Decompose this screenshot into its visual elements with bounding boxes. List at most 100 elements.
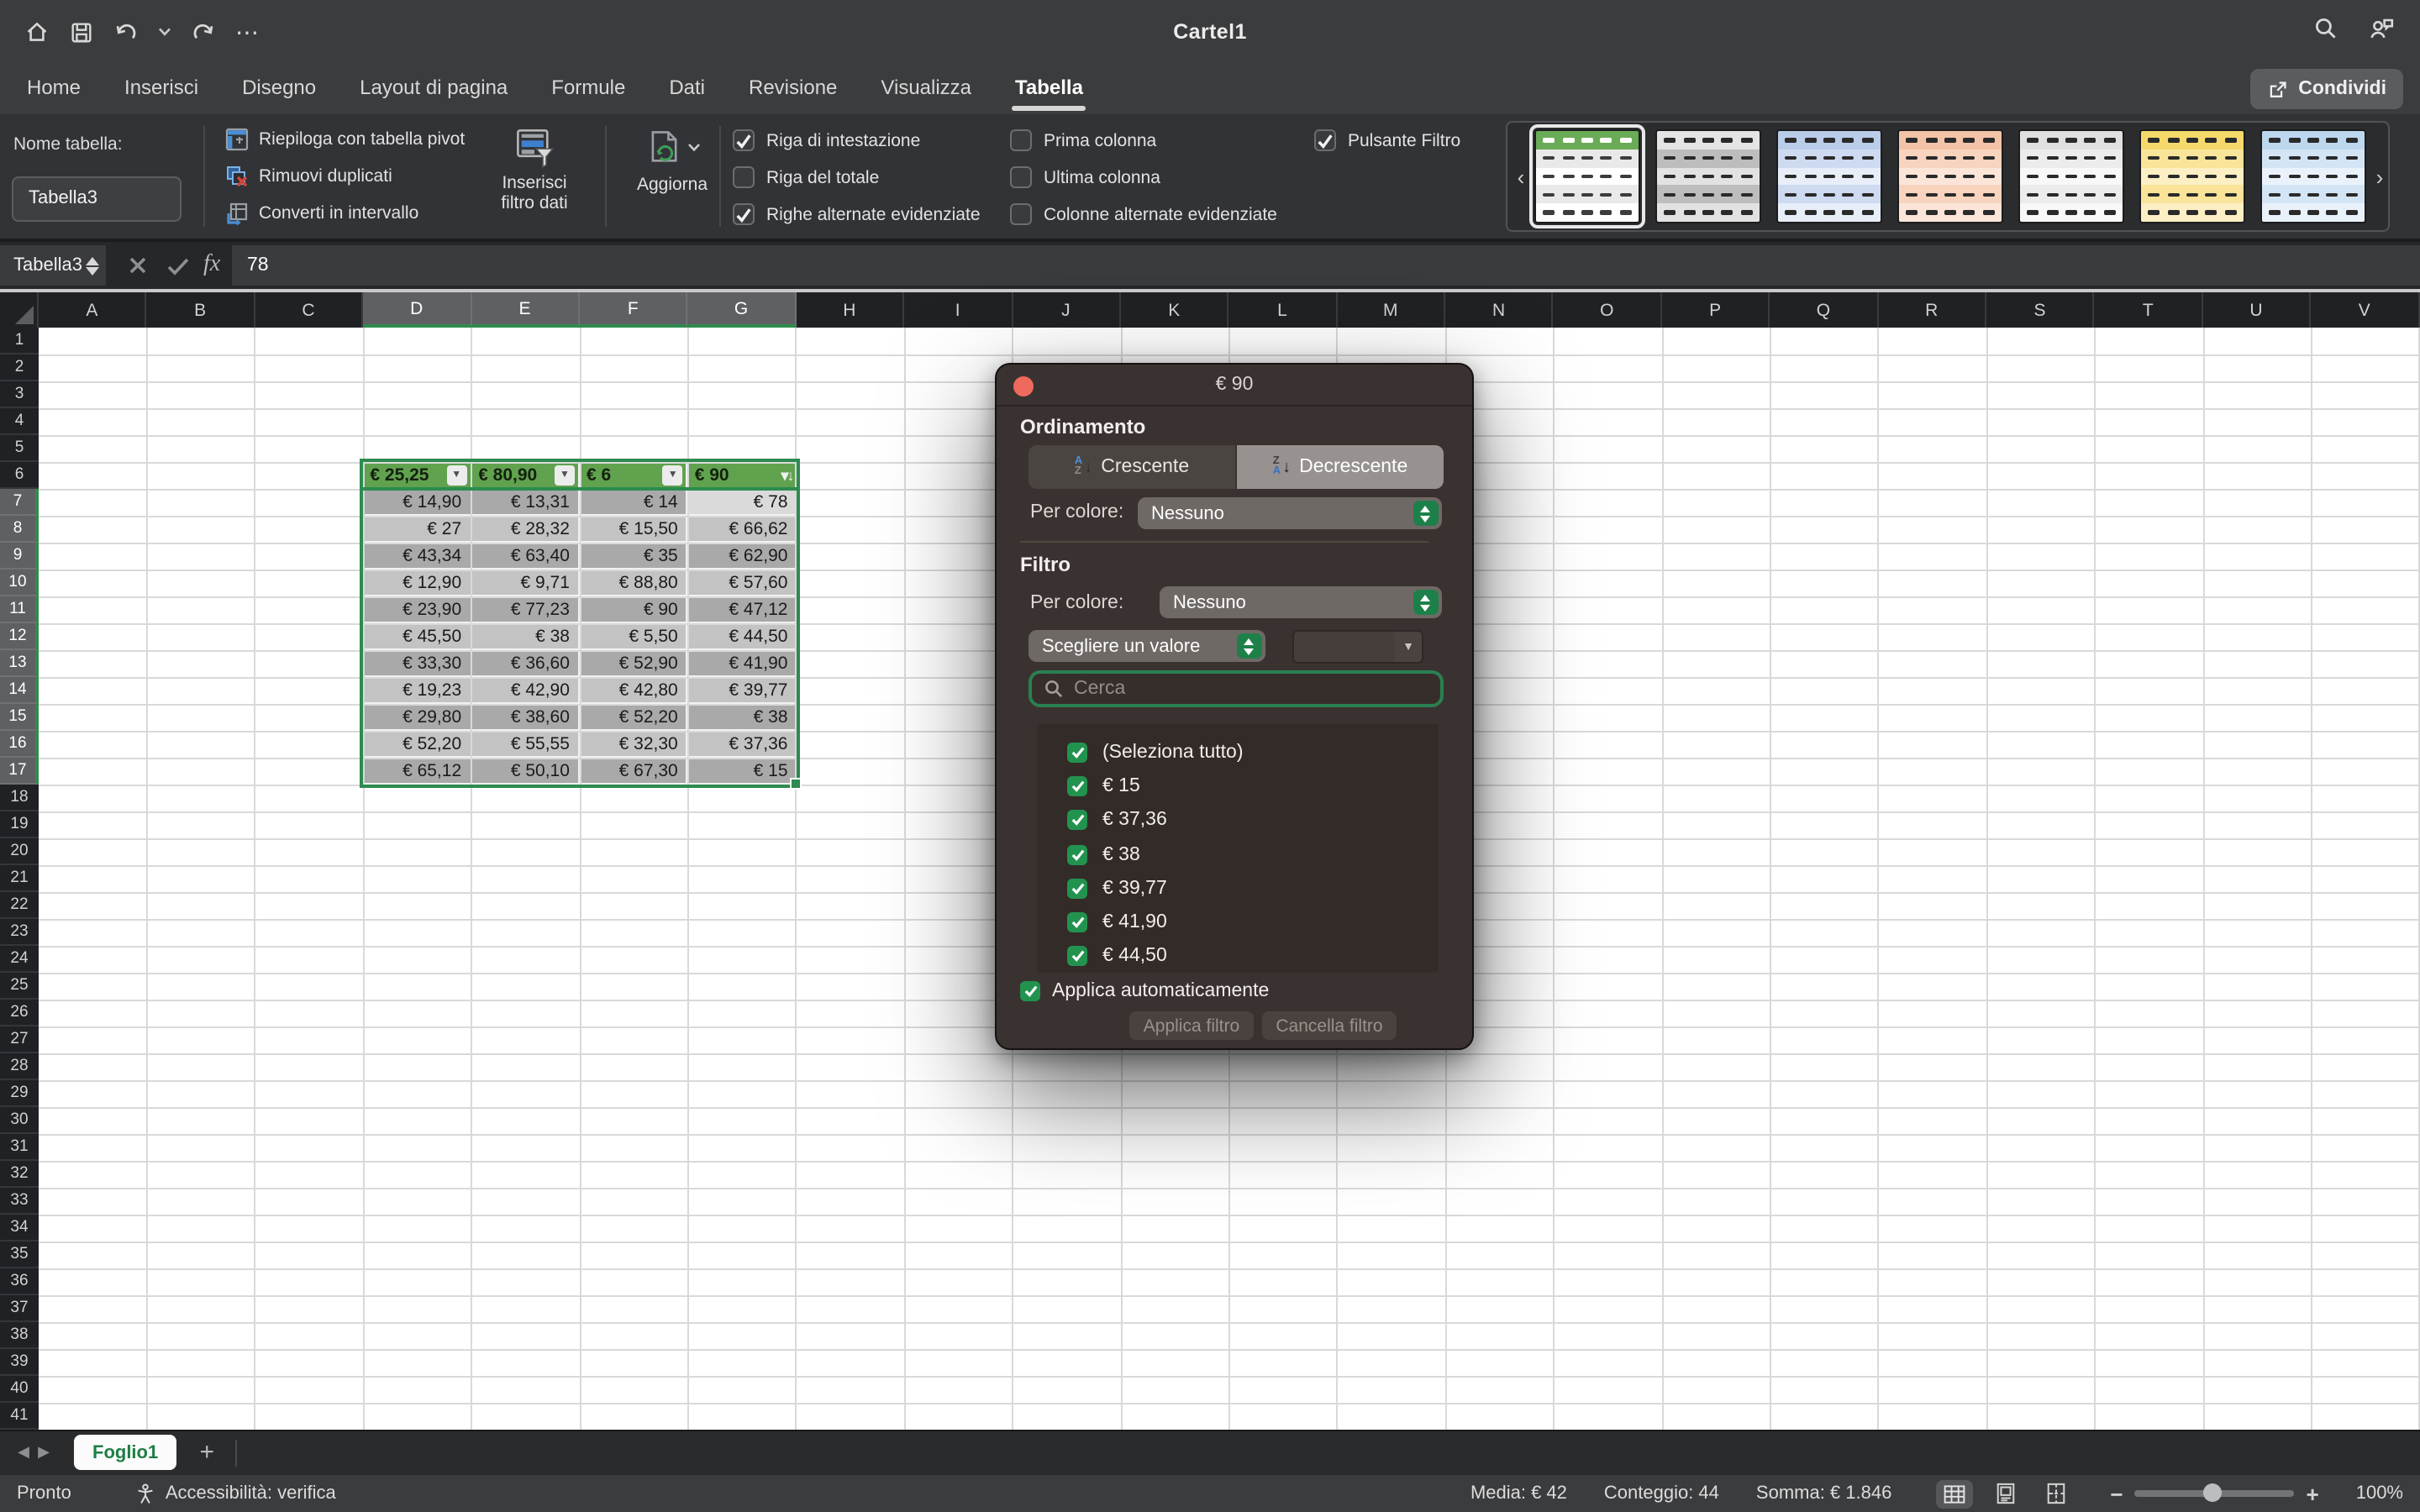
sheet-next-icon[interactable]: ▶ <box>34 1443 54 1462</box>
row-header-26[interactable]: 26 <box>0 1000 39 1026</box>
table-cell[interactable]: € 43,34 <box>363 543 471 570</box>
row-header-20[interactable]: 20 <box>0 838 39 865</box>
option-riga-di-intestazione[interactable]: Riga di intestazione <box>733 129 981 151</box>
cancel-entry-icon[interactable] <box>128 242 148 289</box>
sheet-prev-icon[interactable]: ◀ <box>13 1443 34 1462</box>
tab-revisione[interactable]: Revisione <box>749 66 837 113</box>
sort-ascending-button[interactable]: AZ↓ Crescente <box>1028 445 1235 489</box>
table-header-cell[interactable]: € 25,25▼ <box>363 462 471 489</box>
filter-value-item[interactable]: € 39,77 <box>1067 872 1439 906</box>
table-cell[interactable]: € 90 <box>580 596 688 623</box>
column-header-E[interactable]: E <box>471 292 580 328</box>
table-cell[interactable]: € 52,20 <box>580 704 688 731</box>
table-cell[interactable]: € 55,55 <box>471 731 580 758</box>
table-cell[interactable]: € 62,90 <box>688 543 797 570</box>
apply-filter-button[interactable]: Applica filtro <box>1129 1011 1254 1040</box>
summarize-pivot-button[interactable]: Riepiloga con tabella pivot <box>225 128 465 151</box>
table-cell[interactable]: € 77,23 <box>471 596 580 623</box>
filter-value-item[interactable]: € 41,90 <box>1067 906 1439 939</box>
more-options-icon[interactable]: ⋯ <box>235 18 260 46</box>
filter-value-item[interactable]: € 37,36 <box>1067 804 1439 837</box>
checkbox-checked-icon[interactable] <box>1067 743 1087 763</box>
insert-slicer-button[interactable]: Inserisci filtro dati <box>491 128 578 213</box>
row-header-30[interactable]: 30 <box>0 1107 39 1134</box>
table-cell[interactable]: € 52,20 <box>363 731 471 758</box>
zoom-slider[interactable] <box>2135 1491 2295 1497</box>
row-header-37[interactable]: 37 <box>0 1295 39 1322</box>
accessibility-status[interactable]: Accessibilità: verifica <box>135 1483 336 1504</box>
table-cell[interactable]: € 65,12 <box>363 758 471 785</box>
table-style-lightblue[interactable] <box>2260 129 2366 223</box>
zoom-slider-thumb[interactable] <box>2203 1484 2222 1503</box>
table-cell[interactable]: € 42,80 <box>580 677 688 704</box>
column-header-V[interactable]: V <box>2311 292 2419 328</box>
option-colonne-alternate-evidenziate[interactable]: Colonne alternate evidenziate <box>1010 203 1277 225</box>
option-riga-del-totale[interactable]: Riga del totale <box>733 166 981 188</box>
remove-duplicates-button[interactable]: Rimuovi duplicati <box>225 165 392 188</box>
checkbox-checked-icon[interactable] <box>1067 879 1087 899</box>
select-all-corner[interactable] <box>0 292 39 328</box>
row-header-28[interactable]: 28 <box>0 1053 39 1080</box>
filter-search-input[interactable]: Cerca <box>1028 670 1444 707</box>
zoom-out-button[interactable]: − <box>2110 1481 2123 1506</box>
table-cell[interactable]: € 14 <box>580 489 688 516</box>
table-cell[interactable]: € 5,50 <box>580 623 688 650</box>
tab-visualizza[interactable]: Visualizza <box>881 66 971 113</box>
row-header-4[interactable]: 4 <box>0 408 39 435</box>
row-header-21[interactable]: 21 <box>0 865 39 892</box>
table-name-input[interactable]: Tabella3 <box>12 176 182 222</box>
tab-inserisci[interactable]: Inserisci <box>124 66 198 113</box>
gallery-next-icon[interactable]: › <box>2366 164 2393 189</box>
undo-chevron-icon[interactable] <box>158 27 171 37</box>
checkbox-checked-icon[interactable] <box>733 129 755 151</box>
table-cell[interactable]: € 19,23 <box>363 677 471 704</box>
checkbox-checked-icon[interactable] <box>1314 129 1336 151</box>
checkbox-checked-icon[interactable] <box>1067 777 1087 797</box>
column-header-J[interactable]: J <box>1013 292 1121 328</box>
row-header-23[interactable]: 23 <box>0 919 39 946</box>
table-cell[interactable]: € 9,71 <box>471 570 580 596</box>
column-header-I[interactable]: I <box>904 292 1013 328</box>
option-ultima-colonna[interactable]: Ultima colonna <box>1010 166 1277 188</box>
filter-value-item[interactable]: (Seleziona tutto) <box>1067 736 1439 769</box>
table-cell[interactable]: € 36,60 <box>471 650 580 677</box>
row-header-35[interactable]: 35 <box>0 1242 39 1268</box>
table-cell[interactable]: € 33,30 <box>363 650 471 677</box>
table-cell[interactable]: € 27 <box>363 516 471 543</box>
row-header-33[interactable]: 33 <box>0 1188 39 1215</box>
row-header-15[interactable]: 15 <box>0 704 39 731</box>
row-header-24[interactable]: 24 <box>0 946 39 973</box>
column-header-H[interactable]: H <box>796 292 904 328</box>
row-header-29[interactable]: 29 <box>0 1080 39 1107</box>
checkbox-checked-icon[interactable] <box>1067 811 1087 831</box>
column-header-P[interactable]: P <box>1662 292 1770 328</box>
table-cell[interactable]: € 38,60 <box>471 704 580 731</box>
table-cell[interactable]: € 32,30 <box>580 731 688 758</box>
tab-layout-di-pagina[interactable]: Layout di pagina <box>360 66 508 113</box>
row-header-32[interactable]: 32 <box>0 1161 39 1188</box>
table-cell[interactable]: € 28,32 <box>471 516 580 543</box>
row-header-2[interactable]: 2 <box>0 354 39 381</box>
option-prima-colonna[interactable]: Prima colonna <box>1010 129 1277 151</box>
checkbox-unchecked-icon[interactable] <box>1010 129 1032 151</box>
row-header-40[interactable]: 40 <box>0 1376 39 1403</box>
column-header-N[interactable]: N <box>1445 292 1554 328</box>
auto-apply-checkbox[interactable]: Applica automaticamente <box>1020 981 1269 1001</box>
sheet-tab-foglio1[interactable]: Foglio1 <box>74 1435 176 1470</box>
table-style-green[interactable] <box>1534 129 1640 223</box>
confirm-entry-icon[interactable] <box>166 242 190 289</box>
column-header-L[interactable]: L <box>1229 292 1338 328</box>
share-button[interactable]: Condividi <box>2249 69 2403 109</box>
checkbox-unchecked-icon[interactable] <box>733 166 755 188</box>
sort-by-color-dropdown[interactable]: Nessuno <box>1138 497 1442 529</box>
filter-by-color-dropdown[interactable]: Nessuno <box>1160 586 1442 618</box>
table-header-cell[interactable]: € 80,90▼ <box>471 462 580 489</box>
page-break-view-icon[interactable] <box>2038 1478 2073 1509</box>
table-cell[interactable]: € 41,90 <box>688 650 797 677</box>
table-cell[interactable]: € 88,80 <box>580 570 688 596</box>
checkbox-unchecked-icon[interactable] <box>1010 203 1032 225</box>
table-cell[interactable]: € 15,50 <box>580 516 688 543</box>
row-header-5[interactable]: 5 <box>0 435 39 462</box>
table-cell[interactable]: € 29,80 <box>363 704 471 731</box>
row-header-11[interactable]: 11 <box>0 596 39 623</box>
